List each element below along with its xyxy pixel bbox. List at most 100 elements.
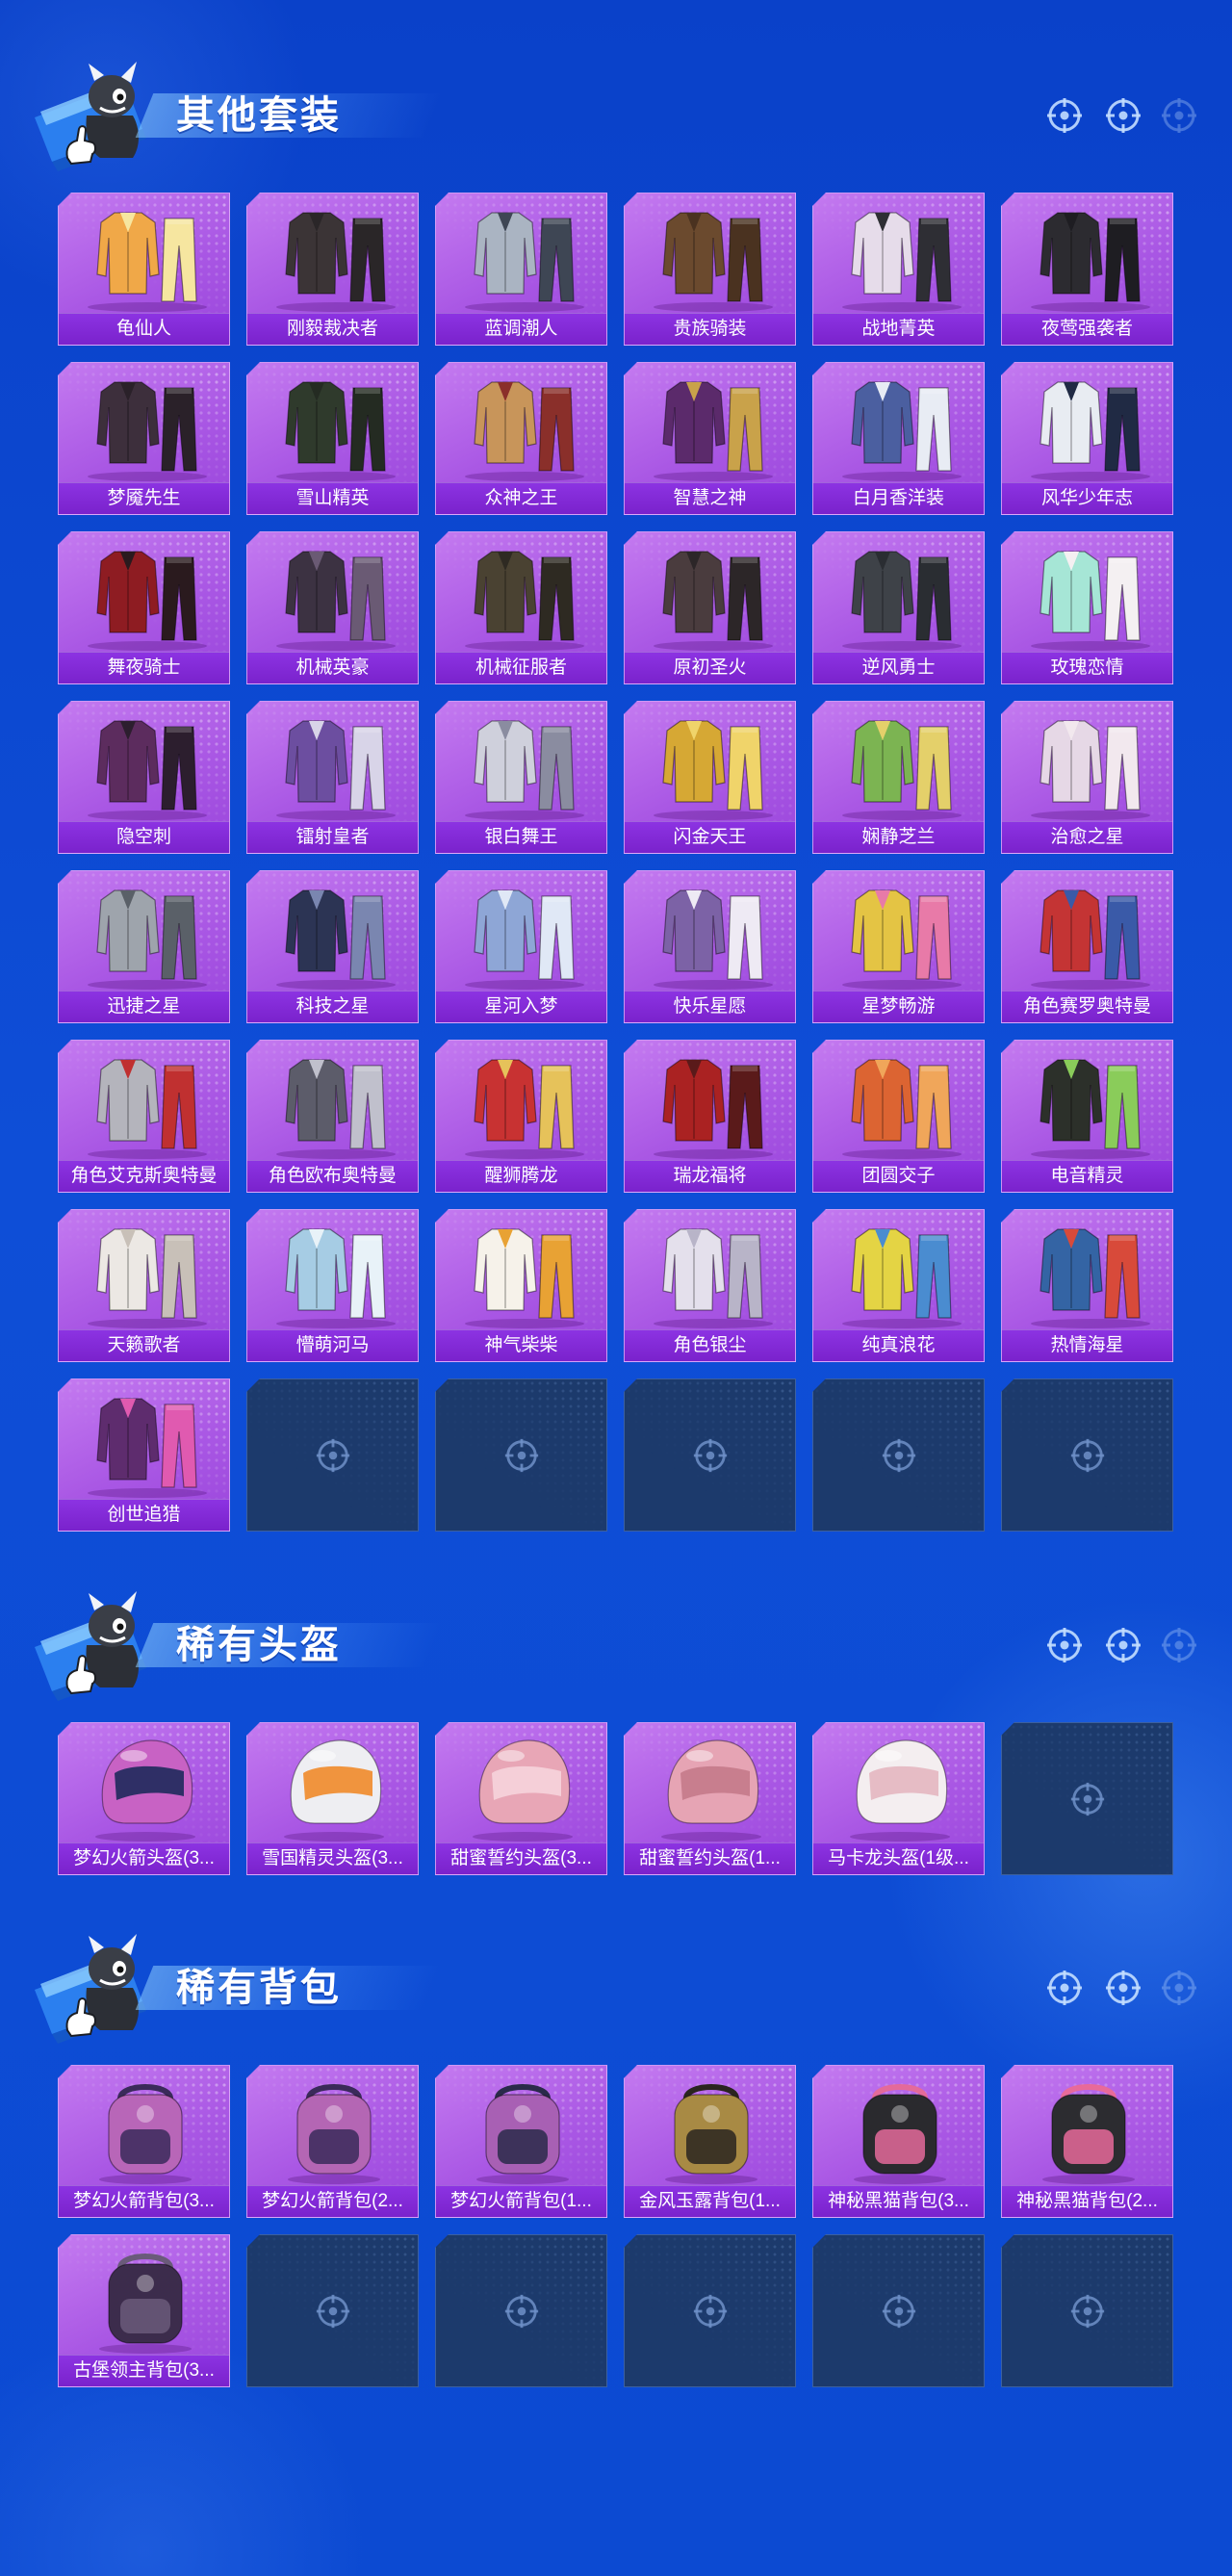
section-title: 其他套装 (176, 94, 342, 137)
outfit-image (1002, 871, 1172, 993)
empty-slot (1001, 1722, 1173, 1875)
item-card: 神秘黑猫背包(3... (812, 2065, 985, 2218)
item-card: 纯真浪花 (812, 1209, 985, 1362)
outfit-image (1002, 1210, 1172, 1332)
item-card: 团圆交子 (812, 1040, 985, 1193)
item-card: 智慧之神 (624, 362, 796, 515)
item-card: 星河入梦 (435, 870, 607, 1023)
outfit-image (625, 532, 795, 655)
outfit-image (59, 193, 229, 316)
item-card: 梦幻火箭背包(2... (246, 2065, 419, 2218)
item-card: 梦幻火箭背包(3... (58, 2065, 230, 2218)
section-title: 稀有背包 (176, 1967, 342, 2009)
outfit-image (625, 193, 795, 316)
item-card: 神气柴柴 (435, 1209, 607, 1362)
item-card: 马卡龙头盔(1级... (812, 1722, 985, 1875)
backpack-image (813, 2066, 984, 2188)
crosshair-icon (1068, 2292, 1107, 2331)
item-card: 雪山精英 (246, 362, 419, 515)
item-label: 智慧之神 (625, 482, 795, 514)
item-card: 刚毅裁决者 (246, 193, 419, 346)
backpack-image (247, 2066, 418, 2188)
item-card: 甜蜜誓约头盔(1... (624, 1722, 796, 1875)
target-icon (1103, 1625, 1143, 1665)
item-card: 风华少年志 (1001, 362, 1173, 515)
item-label: 蓝调潮人 (436, 313, 606, 345)
item-label: 梦幻火箭背包(3... (59, 2185, 229, 2217)
outfit-image (625, 363, 795, 485)
item-card: 金风玉露背包(1... (624, 2065, 796, 2218)
item-label: 懵萌河马 (247, 1329, 418, 1361)
item-label: 龟仙人 (59, 313, 229, 345)
empty-slot (1001, 2234, 1173, 2387)
crosshair-icon (880, 2292, 918, 2331)
crosshair-icon (502, 1436, 541, 1475)
item-card: 玫瑰恋情 (1001, 531, 1173, 684)
outfit-image (247, 1210, 418, 1332)
item-card: 娴静芝兰 (812, 701, 985, 854)
item-label: 机械征服者 (436, 652, 606, 683)
item-card: 闪金天王 (624, 701, 796, 854)
item-card: 雪国精灵头盔(3... (246, 1722, 419, 1875)
item-label: 镭射皇者 (247, 821, 418, 853)
item-label: 马卡龙头盔(1级... (813, 1842, 984, 1874)
item-label: 机械英豪 (247, 652, 418, 683)
crosshair-icon (1068, 1780, 1107, 1818)
outfit-image (1002, 193, 1172, 316)
outfit-image (625, 1041, 795, 1163)
item-label: 快乐星愿 (625, 991, 795, 1022)
item-card: 天籁歌者 (58, 1209, 230, 1362)
item-card: 星梦畅游 (812, 870, 985, 1023)
item-card: 古堡领主背包(3... (58, 2234, 230, 2387)
item-card: 瑞龙福将 (624, 1040, 796, 1193)
item-label: 银白舞王 (436, 821, 606, 853)
item-card: 舞夜骑士 (58, 531, 230, 684)
backpack-image (625, 2066, 795, 2188)
item-card: 梦幻火箭背包(1... (435, 2065, 607, 2218)
item-card: 机械英豪 (246, 531, 419, 684)
empty-slot (246, 2234, 419, 2387)
item-label: 神秘黑猫背包(2... (1002, 2185, 1172, 2217)
outfit-image (436, 1210, 606, 1332)
item-label: 众神之王 (436, 482, 606, 514)
outfit-image (436, 363, 606, 485)
outfit-image (247, 532, 418, 655)
section-header: 稀有背包 (0, 1930, 1232, 2046)
item-label: 逆风勇士 (813, 652, 984, 683)
item-label: 甜蜜誓约头盔(3... (436, 1842, 606, 1874)
outfit-image (59, 532, 229, 655)
outfit-image (1002, 363, 1172, 485)
item-card: 角色欧布奥特曼 (246, 1040, 419, 1193)
item-label: 梦魇先生 (59, 482, 229, 514)
outfit-image (59, 702, 229, 824)
item-grid: 龟仙人 刚毅裁决者 蓝调潮人 贵族骑装 战地菁英 夜莺强袭者 梦魇先生 雪山精英… (58, 193, 1173, 1532)
item-label: 梦幻火箭背包(2... (247, 2185, 418, 2217)
empty-slot (624, 2234, 796, 2387)
item-card: 电音精灵 (1001, 1040, 1173, 1193)
outfit-image (247, 702, 418, 824)
helmet-image (59, 1723, 229, 1845)
empty-slot (812, 2234, 985, 2387)
item-card: 创世追猎 (58, 1378, 230, 1532)
item-card: 热情海星 (1001, 1209, 1173, 1362)
outfit-image (813, 871, 984, 993)
item-card: 懵萌河马 (246, 1209, 419, 1362)
item-grid: 梦幻火箭背包(3... 梦幻火箭背包(2... 梦幻火箭背包(1... 金风玉露… (58, 2065, 1173, 2387)
item-label: 星河入梦 (436, 991, 606, 1022)
item-label: 甜蜜誓约头盔(1... (625, 1842, 795, 1874)
item-label: 古堡领主背包(3... (59, 2355, 229, 2386)
item-card: 角色赛罗奥特曼 (1001, 870, 1173, 1023)
crosshair-icon (1068, 1436, 1107, 1475)
item-label: 原初圣火 (625, 652, 795, 683)
outfit-image (813, 193, 984, 316)
item-label: 迅捷之星 (59, 991, 229, 1022)
empty-slot (246, 1378, 419, 1532)
item-label: 梦幻火箭头盔(3... (59, 1842, 229, 1874)
outfit-image (813, 702, 984, 824)
item-label: 角色欧布奥特曼 (247, 1160, 418, 1192)
backpack-image (436, 2066, 606, 2188)
item-label: 角色赛罗奥特曼 (1002, 991, 1172, 1022)
item-card: 醒狮腾龙 (435, 1040, 607, 1193)
outfit-image (59, 1379, 229, 1502)
item-label: 娴静芝兰 (813, 821, 984, 853)
